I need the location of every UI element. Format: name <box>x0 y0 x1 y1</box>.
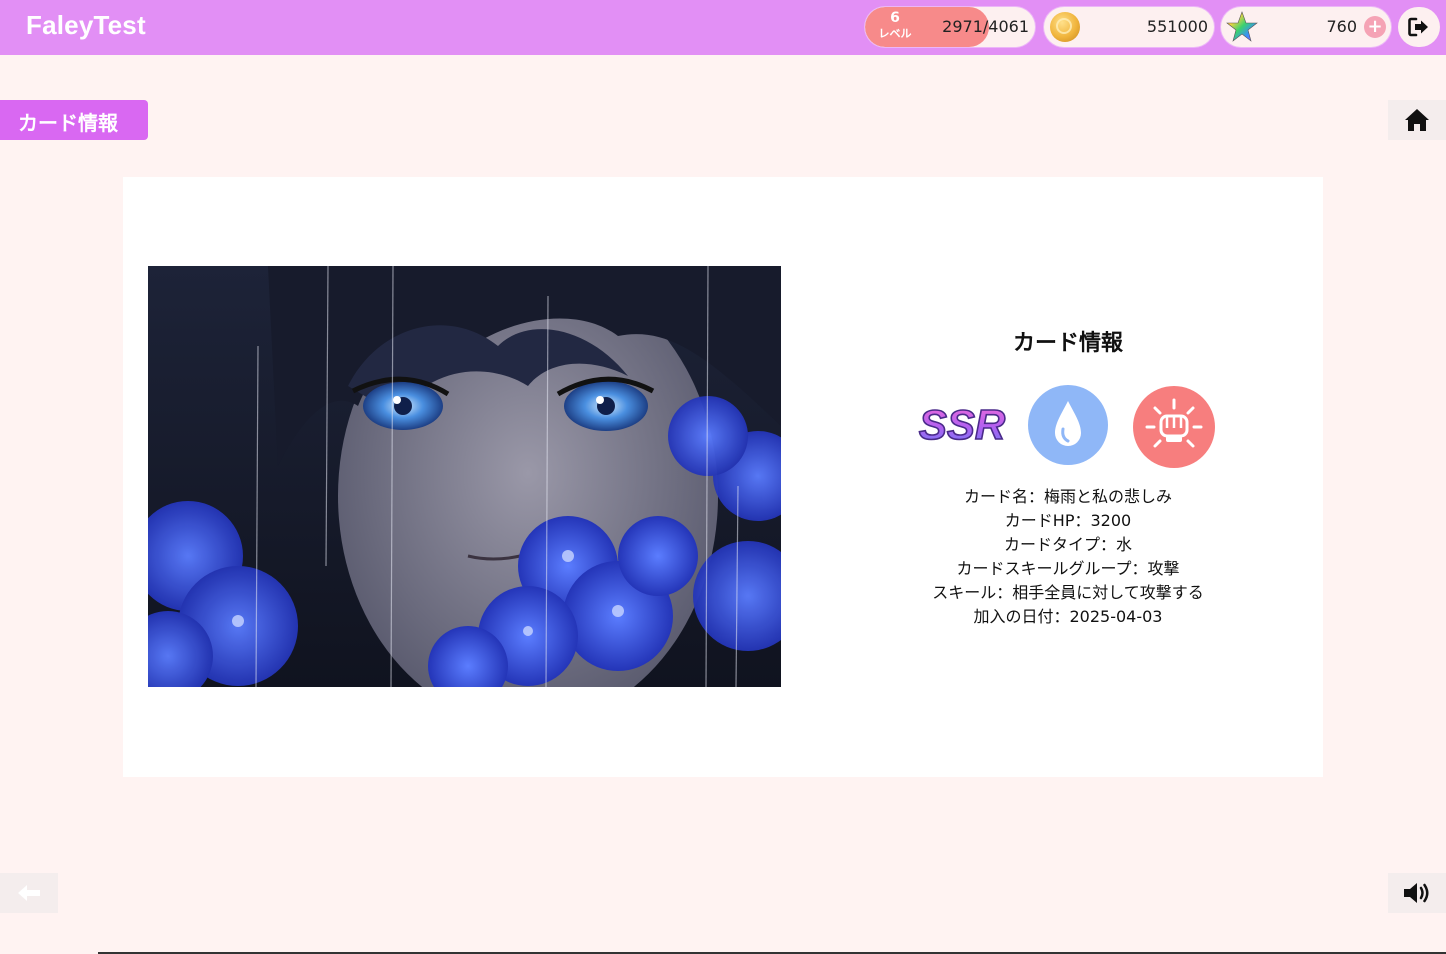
coin-balance: 551000 <box>1044 7 1214 47</box>
fist-attack-icon <box>1145 398 1203 448</box>
card-skill: スキール：相手全員に対して攻撃する <box>932 583 1204 602</box>
app-title: FaleyTest <box>26 10 146 40</box>
sound-button[interactable] <box>1388 873 1446 913</box>
arrow-left-icon <box>18 885 40 901</box>
logout-button[interactable] <box>1398 7 1440 47</box>
coin-value: 551000 <box>1146 17 1208 36</box>
home-button[interactable] <box>1388 100 1446 140</box>
card-stats: カード名：梅雨と私の悲しみ カードHP：3200 カードタイプ：水 カードスキー… <box>893 485 1243 629</box>
logout-icon <box>1408 17 1428 37</box>
card-join-date: 加入の日付：2025-04-03 <box>973 607 1163 626</box>
star-balance: 760 + <box>1221 7 1391 47</box>
ssr-rarity-badge: SSR <box>918 400 1007 449</box>
page-title-tab: カード情報 <box>0 100 148 140</box>
attack-skill-badge <box>1133 386 1215 468</box>
card-panel: カード情報 SSR カード名：梅雨と私の悲しみ カードHP：3200 カードタイ… <box>123 177 1323 777</box>
card-skill-group: カードスキールグループ：攻撃 <box>956 559 1180 578</box>
gold-coin-icon <box>1050 12 1080 42</box>
home-icon <box>1405 109 1429 131</box>
level-label: レベル <box>878 27 912 40</box>
star-value: 760 <box>1326 17 1357 36</box>
top-bar: FaleyTest 6 レベル 2971/4061 551000 760 + <box>0 0 1446 55</box>
level-number: 6 <box>890 10 900 26</box>
card-badges: SSR <box>893 385 1243 469</box>
back-button[interactable] <box>0 873 58 913</box>
water-element-badge <box>1028 385 1108 465</box>
level-xp: 2971/4061 <box>942 17 1029 36</box>
water-drop-icon <box>1055 401 1081 446</box>
card-artwork <box>148 266 781 687</box>
level-indicator: 6 レベル 2971/4061 <box>865 7 1035 47</box>
page-title: カード情報 <box>18 111 118 135</box>
rainbow-star-icon <box>1226 11 1258 42</box>
card-name: カード名：梅雨と私の悲しみ <box>963 487 1172 506</box>
speaker-icon <box>1404 883 1429 903</box>
card-info-title: カード情報 <box>1012 331 1123 356</box>
card-hp: カードHP：3200 <box>1004 511 1132 530</box>
card-type: カードタイプ：水 <box>1003 535 1132 554</box>
add-stars-button[interactable]: + <box>1364 16 1386 38</box>
rarity-label: SSR <box>919 401 1006 448</box>
